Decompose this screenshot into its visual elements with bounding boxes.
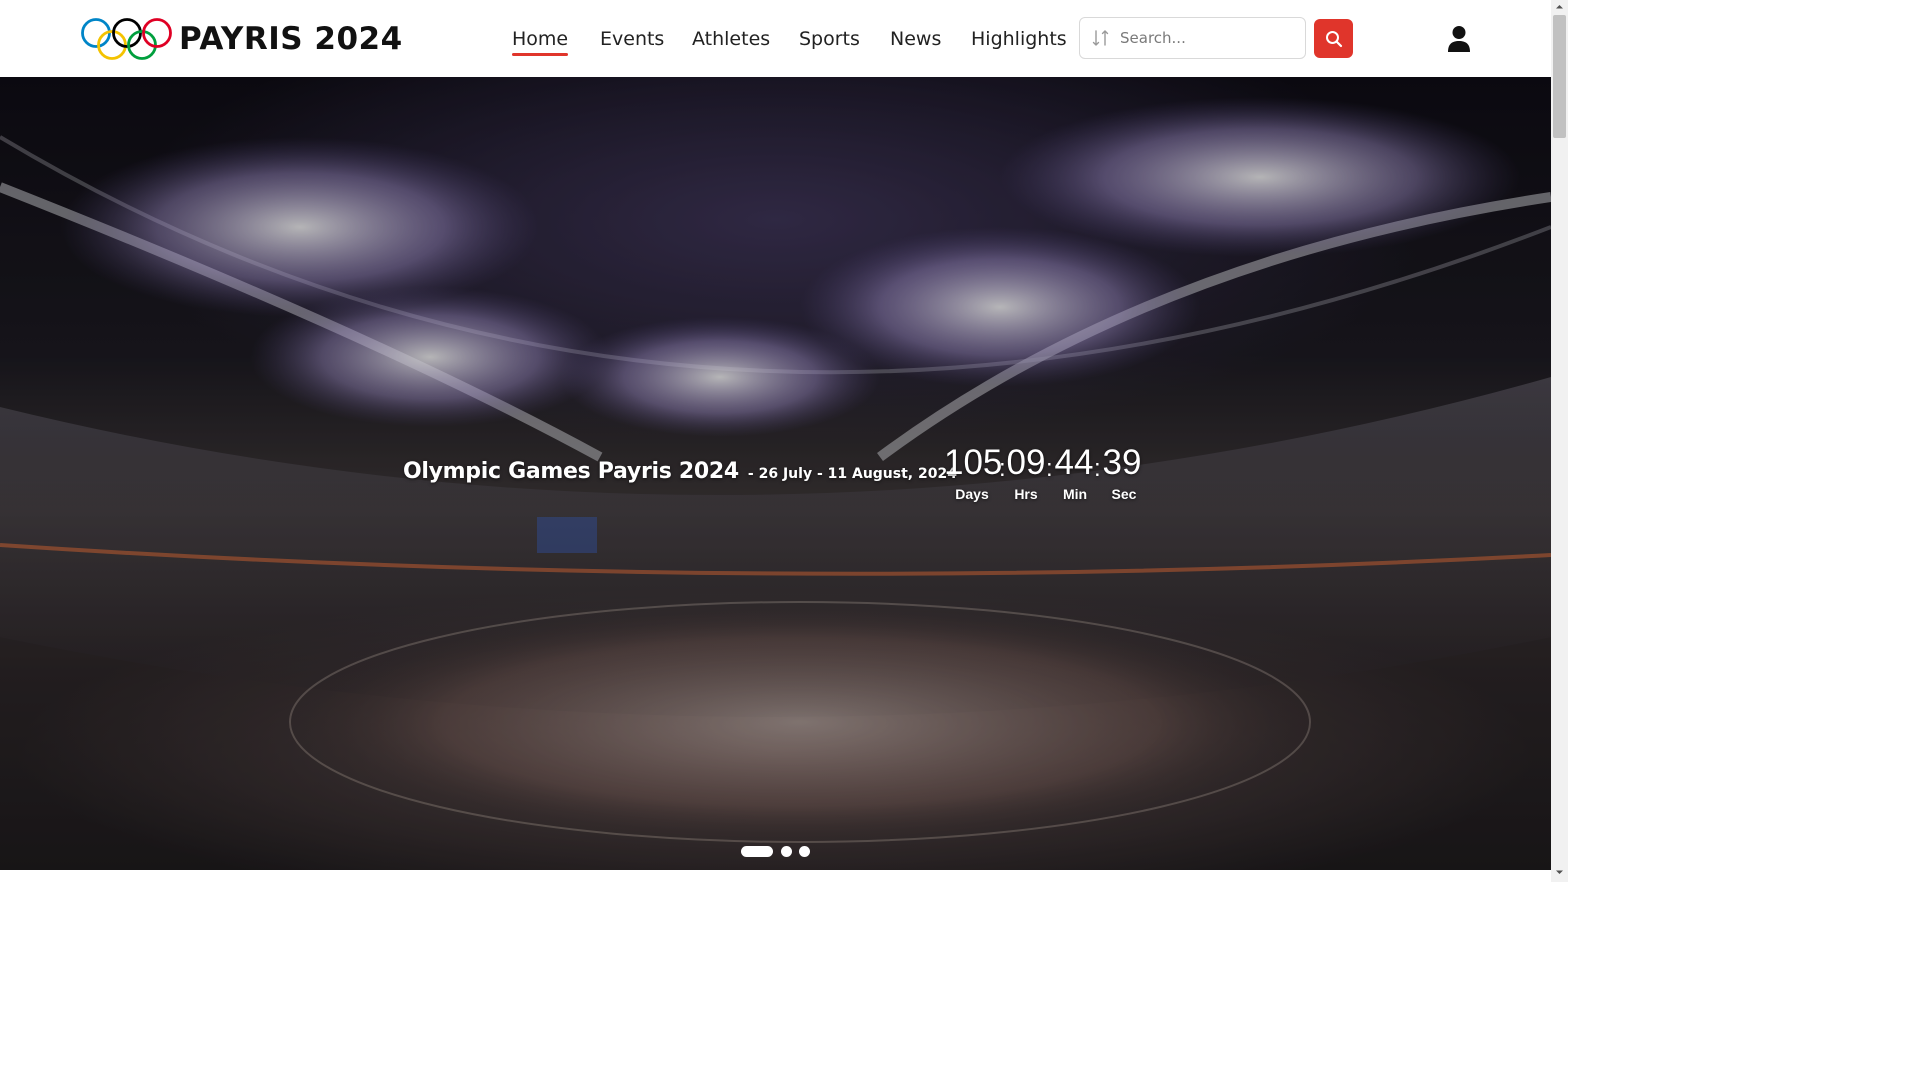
user-icon [1448,26,1470,52]
nav-item-sports[interactable]: Sports [799,24,860,54]
hero-headline: Olympic Games Payris 2024 - 26 July - 11… [403,459,957,484]
scroll-up-arrow-icon[interactable] [1555,2,1564,11]
nav-item-label: Events [600,28,665,50]
nav-item-label: Highlights [971,28,1067,50]
nav-item-highlights[interactable]: Highlights [971,24,1067,54]
brand-name: PAYRIS 2024 [179,21,403,57]
filter-icon[interactable] [1092,29,1110,47]
countdown-minutes-label: Min [1062,486,1088,502]
vertical-scrollbar[interactable] [1551,0,1568,882]
countdown-separator: : [999,455,1006,482]
countdown-hours: 09 [1006,443,1046,482]
carousel-dot-1[interactable] [741,846,773,857]
carousel-dot-2[interactable] [781,846,792,857]
nav-item-label: Home [512,28,569,50]
page-bottom [0,870,1551,882]
countdown-seconds: 39 [1102,443,1142,482]
scrollbar-thumb[interactable] [1553,15,1566,138]
countdown-separator: : [1094,455,1101,482]
countdown-days-label: Days [955,486,989,502]
hero-dates: - 26 July - 11 August, 2024 [747,466,957,482]
main-nav: Home Events Athletes Sports News Highlig… [512,24,1067,64]
scroll-down-arrow-icon[interactable] [1555,868,1564,877]
nav-item-athletes[interactable]: Athletes [692,24,770,54]
countdown-days: 105 [944,443,1003,482]
countdown-hours-label: Hrs [1014,486,1038,502]
user-account-button[interactable] [1443,22,1475,56]
hero-title: Olympic Games Payris 2024 [403,459,739,484]
search-icon [1325,30,1342,47]
nav-item-events[interactable]: Events [600,24,664,54]
search-box [1079,17,1306,59]
countdown-seconds-label: Sec [1111,486,1137,502]
nav-item-news[interactable]: News [890,24,941,54]
site-header: PAYRIS 2024 Home Events Athletes Sports … [0,0,1551,77]
logo[interactable]: PAYRIS 2024 [80,16,402,62]
nav-item-label: Sports [799,28,860,50]
nav-item-home[interactable]: Home [512,24,569,56]
search-input[interactable] [1120,23,1300,53]
olympic-rings-icon [81,18,172,60]
hero-banner: Olympic Games Payris 2024 - 26 July - 11… [0,77,1551,870]
search-button[interactable] [1314,19,1353,58]
countdown-separator: : [1046,455,1053,482]
countdown-minutes: 44 [1054,443,1094,482]
carousel-dot-3[interactable] [799,846,810,857]
nav-item-label: Athletes [692,28,771,50]
nav-item-label: News [890,28,942,50]
